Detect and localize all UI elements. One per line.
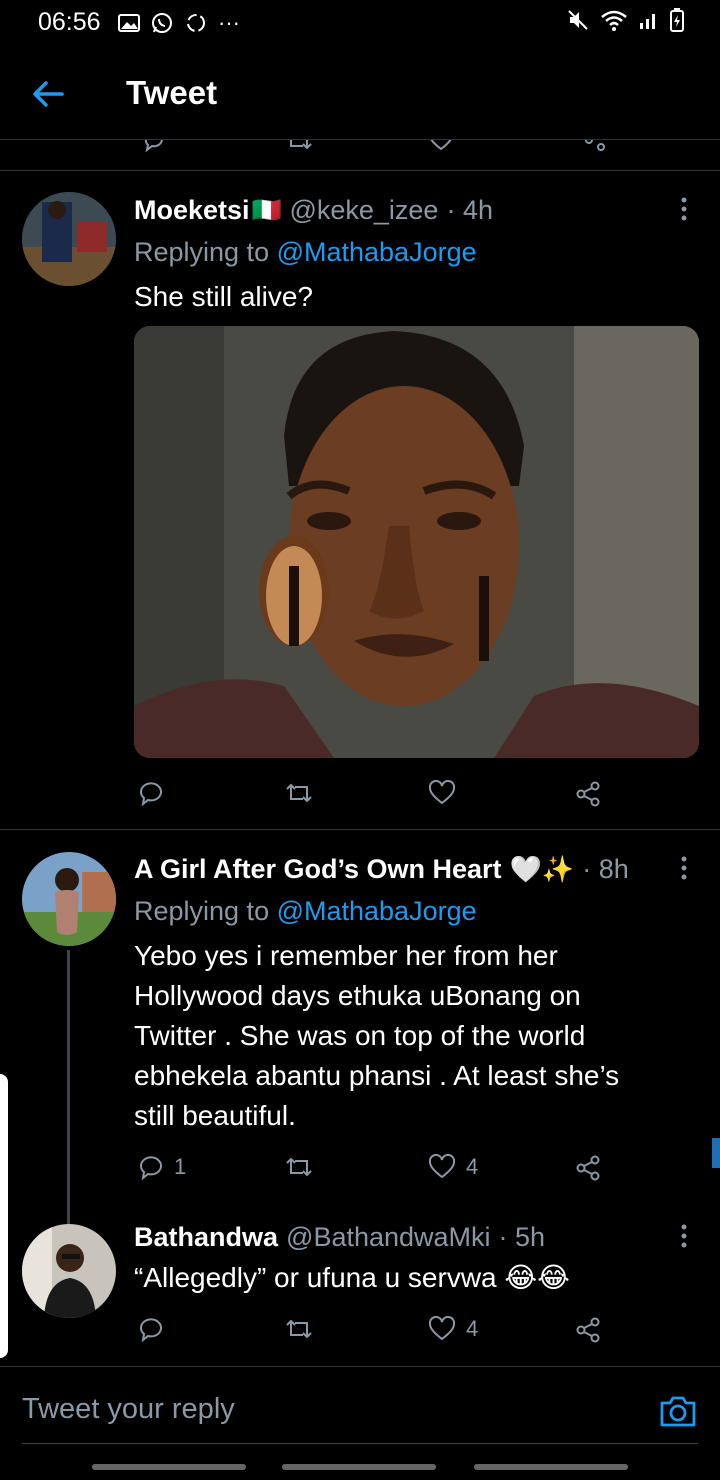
like-icon: [428, 1316, 456, 1341]
display-name[interactable]: Bathandwa: [134, 1222, 278, 1253]
tweet-text: She still alive?: [134, 281, 313, 312]
tweet-photo[interactable]: [134, 326, 699, 758]
reply-icon[interactable]: [142, 140, 166, 152]
timestamp: · 5h: [498, 1222, 546, 1252]
avatar[interactable]: [22, 192, 116, 286]
tweet-actions: 1 4: [0, 1154, 720, 1184]
tweet-text: “Allegedly” or ufuna u servwa 😂😂: [134, 1262, 570, 1293]
nav-home-button[interactable]: [282, 1464, 436, 1470]
nav-recent-button[interactable]: [92, 1464, 246, 1470]
tweet-header: Bathandwa @BathandwaMki · 5h: [134, 1222, 545, 1253]
gallery-icon: [118, 14, 140, 32]
replying-to: Replying to @MathabaJorge: [134, 237, 477, 268]
tweet-actions: 4: [0, 1316, 720, 1346]
whatsapp-icon: [152, 13, 172, 33]
status-notification-icons: ···: [118, 10, 240, 36]
retweet-action[interactable]: [284, 1316, 324, 1342]
more-icon[interactable]: [674, 854, 694, 884]
avatar-photo: [22, 192, 116, 286]
sync-icon: [187, 14, 205, 32]
more-icon[interactable]: [674, 1222, 694, 1252]
top-app-bar: Tweet: [0, 44, 720, 140]
more-icon[interactable]: [674, 195, 694, 225]
camera-icon[interactable]: [658, 1391, 698, 1431]
display-name[interactable]: Moeketsi: [134, 195, 250, 226]
scroll-indicator[interactable]: [712, 1138, 720, 1168]
replying-to: Replying to @MathabaJorge: [134, 896, 477, 927]
like-action[interactable]: 4: [428, 1316, 478, 1342]
battery-icon: [670, 8, 684, 32]
share-icon[interactable]: [574, 1316, 602, 1344]
retweet-action[interactable]: [284, 780, 324, 806]
user-handle[interactable]: @BathandwaMki: [286, 1222, 491, 1253]
page-title: Tweet: [126, 74, 218, 111]
reply-action[interactable]: [138, 780, 174, 806]
heart-sparkle-emoji: 🤍✨: [509, 854, 575, 884]
edge-panel-handle[interactable]: [0, 1074, 8, 1358]
reply-icon: [139, 782, 162, 806]
avatar[interactable]: [22, 1224, 116, 1318]
status-system-icons: [566, 8, 684, 32]
like-icon: [428, 780, 456, 805]
reply-input[interactable]: Tweet your reply: [22, 1393, 235, 1426]
retweet-action[interactable]: [284, 1154, 324, 1180]
tweet-text-line: Yebo yes i remember her from her: [134, 940, 558, 971]
reply-action[interactable]: [138, 1316, 174, 1342]
tweet-header: A Girl After God’s Own Heart 🤍✨ · 8h: [134, 854, 629, 885]
tweet-header: Moeketsi 🇮🇹 @keke_izee · 4h: [134, 195, 493, 226]
user-handle[interactable]: @keke_izee: [289, 195, 438, 226]
previous-tweet-actions: [0, 140, 720, 154]
replying-prefix: Replying to: [134, 896, 277, 926]
back-arrow-icon[interactable]: [28, 74, 68, 114]
reply-icon: [139, 1318, 162, 1342]
like-icon: [428, 1154, 456, 1179]
mute-icon: [568, 10, 588, 30]
reply-icon: [139, 1156, 162, 1180]
like-action[interactable]: [428, 780, 466, 806]
retweet-icon[interactable]: [285, 140, 313, 152]
like-count: 4: [466, 1316, 479, 1341]
mention-link[interactable]: @MathabaJorge: [277, 237, 477, 267]
status-more: ···: [218, 10, 240, 35]
share-icon[interactable]: [574, 1154, 602, 1182]
tweet-girl-after-gods-heart[interactable]: A Girl After God’s Own Heart 🤍✨ · 8h Rep…: [0, 830, 720, 1250]
status-bar: 06:56 ···: [0, 0, 720, 44]
display-name[interactable]: A Girl After God’s Own Heart: [134, 854, 502, 885]
timestamp: · 8h: [582, 854, 629, 884]
flag-emoji: 🇮🇹: [251, 197, 282, 224]
retweet-icon: [286, 1319, 312, 1339]
retweet-icon: [286, 1157, 312, 1177]
like-action[interactable]: 4: [428, 1154, 478, 1180]
mention-link[interactable]: @MathabaJorge: [277, 896, 477, 926]
tweet-text-line: Twitter . She was on top of the world: [134, 1020, 586, 1051]
share-icon[interactable]: [583, 140, 607, 152]
tweet-text: Yebo yes i remember her from her Hollywo…: [134, 936, 704, 1136]
reply-composer: Tweet your reply: [0, 1366, 720, 1446]
avatar-photo: [22, 852, 116, 946]
replying-prefix: Replying to: [134, 237, 277, 267]
like-icon[interactable]: [428, 140, 454, 152]
wifi-icon: [601, 10, 627, 31]
tweet-text-line: ebhekela abantu phansi . At least she’s: [134, 1060, 620, 1091]
nav-back-button[interactable]: [474, 1464, 628, 1470]
tweet-text-line: Hollywood days ethuka uBonang on: [134, 980, 581, 1011]
reply-action[interactable]: 1: [138, 1154, 186, 1180]
timestamp: · 4h: [446, 195, 493, 225]
composer-underline: [22, 1443, 698, 1444]
tweet-text-line: still beautiful.: [134, 1100, 296, 1131]
photo-image: [134, 326, 699, 758]
signal-icon: [640, 14, 655, 29]
retweet-icon: [286, 783, 312, 803]
like-count: 4: [466, 1154, 479, 1179]
avatar[interactable]: [22, 852, 116, 946]
tweet-actions: [0, 780, 720, 810]
reply-count: 1: [174, 1154, 187, 1179]
share-icon[interactable]: [574, 780, 602, 808]
avatar-photo: [22, 1224, 116, 1318]
status-time: 06:56: [38, 8, 101, 36]
